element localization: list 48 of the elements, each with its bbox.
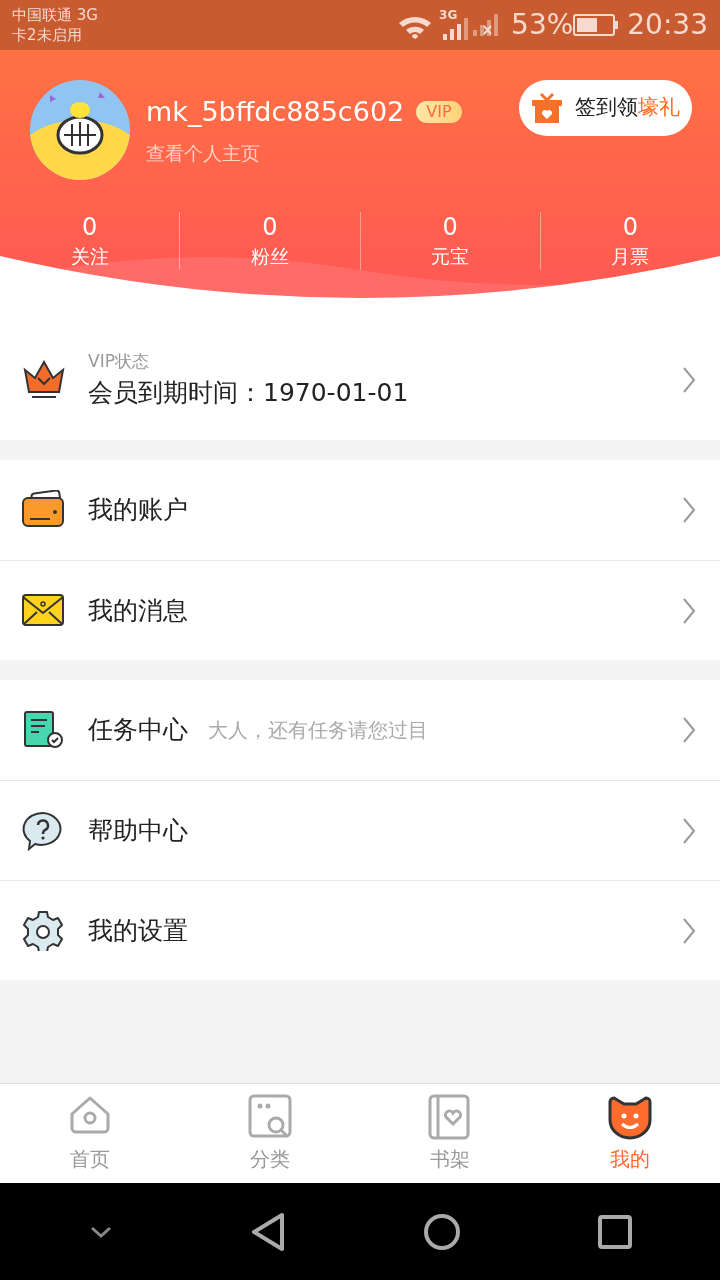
menu-item[interactable]: 帮助中心 [0,780,720,880]
vip-label: VIP状态 [88,349,150,373]
menu-item[interactable]: 任务中心 大人，还有任务请您过目 [0,680,720,780]
chevron-icon [682,916,696,945]
stat-value: 0 [82,212,98,242]
menu-hint: 大人，还有任务请您过目 [208,717,428,744]
stat-label: 关注 [70,244,109,269]
menu-label: 我的设置 [88,914,188,947]
gear-icon [22,910,66,951]
menu-item[interactable]: 我的账户 [0,460,720,560]
battery-text: 53% [511,7,574,43]
stat-label: 粉丝 [250,244,289,269]
gift-icon [531,92,563,124]
username: mk_5bffdc885c602 [146,95,405,129]
stat-value: 0 [442,212,458,242]
network-type-text: 3G [439,7,458,24]
expiry-text: 会员到期时间：1970-01-01 [88,377,410,409]
menu-label: 任务中心 [88,714,188,747]
stat-label: 元宝 [431,244,470,269]
carrier-text: 中国联通 3G [12,5,98,25]
menu-item[interactable]: 我的设置 [0,880,720,980]
vip-status-row[interactable]: VIP状态 会员到期时间：1970-01-01 [0,320,720,440]
chevron-icon [682,596,696,625]
battery-icon [573,13,620,37]
stat-value: 0 [262,212,278,242]
chevron-icon [682,816,696,845]
menu-label: 我的账户 [88,494,188,527]
chevron-icon [682,716,696,744]
stat-label: 月票 [611,244,650,269]
vip-badge: VIP [416,101,462,124]
book-icon [428,1093,472,1140]
home-circle-icon[interactable] [422,1212,461,1251]
back-icon[interactable] [249,1211,286,1252]
menu-label: 我的消息 [88,594,188,627]
crown-icon [22,360,66,400]
menu-item[interactable]: 我的消息 [0,560,720,660]
chevron-icon [682,366,696,394]
search-icon [248,1093,292,1140]
sim-status-text: 卡2未启用 [12,25,83,45]
collapse-icon[interactable] [88,1224,113,1239]
clock-text: 20:33 [627,7,708,43]
chevron-icon [682,496,696,524]
sign-in-button[interactable]: 签到领壕礼 [519,80,692,136]
task-list-icon [22,710,66,750]
wallet-icon [22,490,66,530]
stat-value: 0 [622,212,638,242]
menu-label: 帮助中心 [88,814,188,847]
recents-icon[interactable] [597,1214,632,1249]
